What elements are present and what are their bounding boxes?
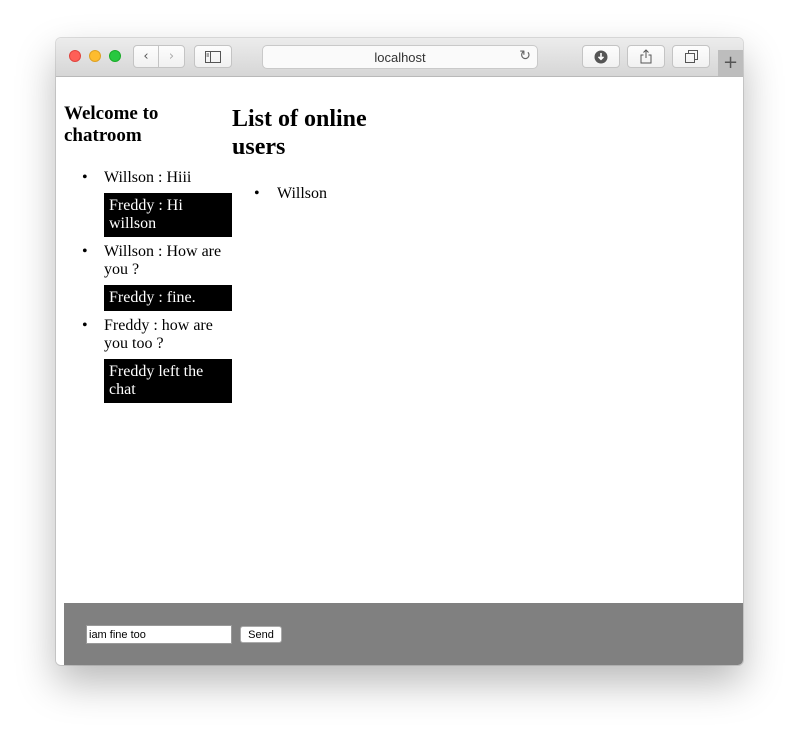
message-item: Willson : Hiii xyxy=(82,169,232,187)
message-composer: Send xyxy=(64,603,743,665)
address-bar[interactable]: localhost ↻ xyxy=(262,45,538,69)
show-tabs-button[interactable] xyxy=(672,45,710,68)
message-item: Freddy : fine. xyxy=(104,285,232,311)
minimize-window-button[interactable] xyxy=(89,50,101,62)
new-tab-button[interactable]: + xyxy=(718,50,743,76)
download-icon xyxy=(594,50,608,63)
send-button[interactable]: Send xyxy=(240,626,282,643)
page-content: Welcome to chatroom Willson : Hiii Fredd… xyxy=(56,77,743,665)
chat-heading: Welcome to chatroom xyxy=(64,103,159,146)
message-input[interactable] xyxy=(86,625,232,644)
tabs-icon xyxy=(684,50,698,63)
browser-window: ‹ › localhost ↻ + Welcome to chatroom Wi xyxy=(56,38,743,665)
reload-icon[interactable]: ↻ xyxy=(519,48,531,64)
message-item: Willson : How are you ? xyxy=(82,243,232,279)
browser-toolbar: ‹ › localhost ↻ + xyxy=(56,38,743,77)
message-item: Freddy : Hi willson xyxy=(104,193,232,237)
zoom-window-button[interactable] xyxy=(109,50,121,62)
message-item: Freddy : how are you too ? xyxy=(82,317,232,353)
forward-button[interactable]: › xyxy=(158,45,185,68)
message-item: Freddy left the chat xyxy=(104,359,232,403)
url-text: localhost xyxy=(374,50,426,65)
sidebar-button[interactable] xyxy=(194,45,232,68)
chevron-left-icon: ‹ xyxy=(143,49,149,64)
sidebar-icon xyxy=(205,50,221,63)
online-users-list: Willson xyxy=(232,185,327,203)
online-users-heading: List of online users xyxy=(232,106,367,160)
close-window-button[interactable] xyxy=(69,50,81,62)
online-user-item: Willson xyxy=(254,185,327,203)
plus-icon: + xyxy=(722,52,739,73)
message-list: Willson : Hiii Freddy : Hi willson Wills… xyxy=(64,169,232,409)
back-button[interactable]: ‹ xyxy=(133,45,159,68)
share-icon xyxy=(640,49,652,64)
download-button[interactable] xyxy=(582,45,620,68)
chevron-right-icon: › xyxy=(168,49,175,64)
share-button[interactable] xyxy=(627,45,665,68)
